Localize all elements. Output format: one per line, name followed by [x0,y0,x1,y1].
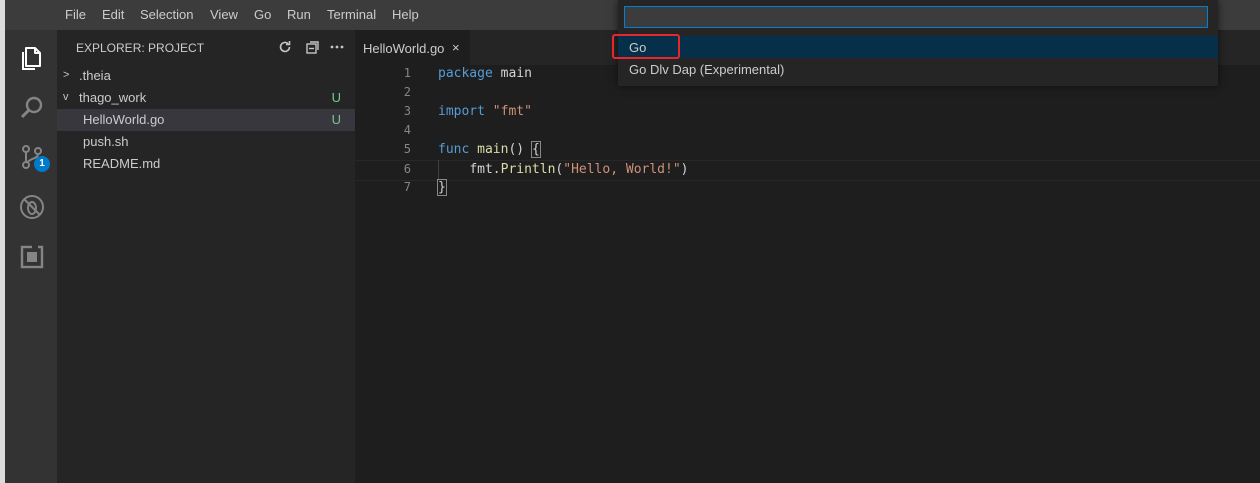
code-line: 3 import "fmt" [355,103,1260,122]
untracked-status: U [331,90,341,105]
close-icon[interactable]: × [452,40,460,55]
menu-go[interactable]: Go [254,7,271,22]
quick-pick-input[interactable] [624,6,1208,28]
chevron-right-icon: > [63,69,70,81]
untracked-status: U [331,112,341,127]
line-number: 1 [403,66,411,80]
tree-item-readme-md[interactable]: README.md [57,153,355,175]
line-number: 5 [403,142,411,156]
chevron-down-icon: v [63,91,69,103]
more-icon[interactable] [329,39,345,58]
tree-item-label: thago_work [79,90,147,105]
quick-pick-palette: Go Go Dlv Dap (Experimental) [618,0,1218,86]
menu-view[interactable]: View [210,7,238,22]
code-line-current: 6 fmt.Println("Hello, World!") [355,160,1260,181]
tree-item-helloworld-go[interactable]: HelloWorld.go U [57,109,355,131]
search-icon[interactable] [18,94,46,122]
refresh-icon[interactable] [277,39,293,58]
code-text: func main() { [438,141,541,158]
tree-item-label: .theia [79,68,111,83]
activity-bar: 1 [5,30,57,483]
code-text: } [437,179,447,196]
code-line: 7 } [355,179,1260,198]
code-editor[interactable]: 1 package main 2 3 import "fmt" 4 5 func… [355,65,1260,483]
line-number: 6 [403,162,411,176]
quick-pick-label: Go Dlv Dap (Experimental) [629,62,785,77]
extensions-icon[interactable] [18,243,46,271]
code-text: package main [438,66,532,81]
tree-item-thago-work[interactable]: v thago_work U [57,87,355,109]
code-text: fmt.Println("Hello, World!") [469,162,689,177]
quick-pick-item-go-dlv-dap[interactable]: Go Dlv Dap (Experimental) [618,58,1218,80]
tree-item-label: push.sh [83,134,129,149]
menu-terminal[interactable]: Terminal [327,7,376,22]
annotation-highlight-box [612,34,680,59]
menu-selection[interactable]: Selection [140,7,193,22]
tree-item-label: README.md [83,156,161,171]
tree-item-push-sh[interactable]: push.sh [57,131,355,153]
indent-guide [438,160,439,179]
line-number: 7 [403,180,411,194]
tab-helloworld-go[interactable]: HelloWorld.go × [355,30,470,65]
quick-pick-item-go[interactable]: Go [618,36,1218,58]
explorer-sidebar: EXPLORER: PROJECT > .theia v thago_work … [57,30,355,483]
menu-run[interactable]: Run [287,7,311,22]
code-line: 2 [355,84,1260,103]
scm-badge: 1 [34,156,50,172]
code-text: import "fmt" [438,104,532,119]
debug-icon[interactable] [18,193,46,221]
line-number: 4 [403,123,411,137]
line-number: 3 [403,104,411,118]
menu-edit[interactable]: Edit [102,7,124,22]
collapse-all-icon[interactable] [305,39,321,58]
tree-item-label: HelloWorld.go [83,112,165,127]
code-line: 4 [355,122,1260,141]
files-icon[interactable] [18,44,46,72]
menu-help[interactable]: Help [392,7,419,22]
tree-item-theia[interactable]: > .theia [57,65,355,87]
code-line: 5 func main() { [355,141,1260,160]
explorer-title: EXPLORER: PROJECT [76,41,205,55]
tab-label: HelloWorld.go [363,41,445,56]
menu-file[interactable]: File [65,7,86,22]
line-number: 2 [403,85,411,99]
